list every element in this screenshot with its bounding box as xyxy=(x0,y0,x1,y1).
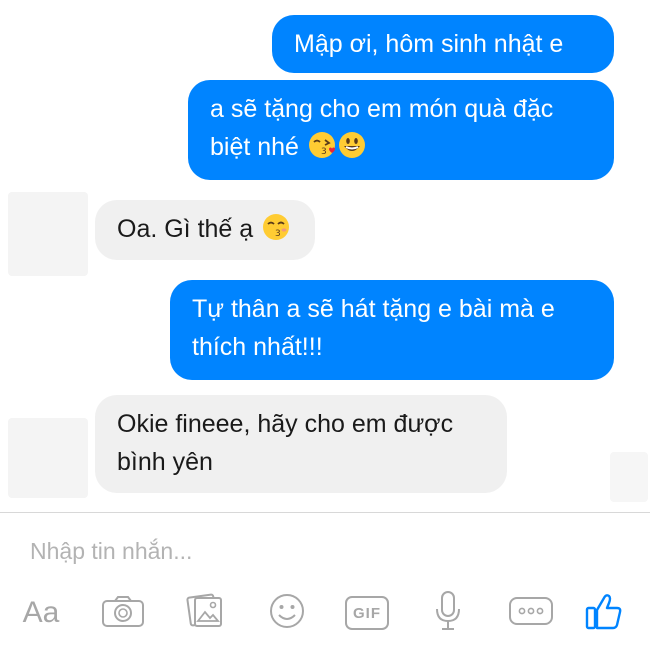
like-thumbs-up-icon xyxy=(584,591,624,636)
message-text: Mập ơi, hôm sinh nhật e xyxy=(294,30,564,58)
message-text: Okie fineee, hãy cho em được xyxy=(117,410,454,438)
read-receipt xyxy=(610,452,648,502)
message-input[interactable] xyxy=(28,530,592,572)
camera-icon xyxy=(101,594,145,633)
like-button[interactable] xyxy=(578,588,630,638)
more-button[interactable] xyxy=(504,588,558,638)
message-text: biệt nhé xyxy=(210,133,299,161)
avatar[interactable] xyxy=(8,418,88,498)
microphone-icon xyxy=(433,590,463,637)
grinning-emoji xyxy=(338,131,366,170)
incoming-message[interactable]: Oa. Gì thế ạ 3 xyxy=(95,200,315,260)
svg-text:3: 3 xyxy=(321,147,327,157)
gallery-icon xyxy=(186,592,224,635)
sticker-smiley-icon xyxy=(268,592,306,635)
message-text: Oa. Gì thế ạ xyxy=(117,215,254,243)
composer-divider xyxy=(0,512,650,513)
kissing-heart-emoji: 3 xyxy=(308,131,336,170)
gif-button[interactable]: GIF xyxy=(340,588,394,638)
outgoing-message[interactable]: a sẽ tặng cho em món quà đặc biệt nhé 3 xyxy=(188,80,614,180)
incoming-message[interactable]: Okie fineee, hãy cho em được bình yên xyxy=(95,395,507,493)
more-icon xyxy=(508,595,554,632)
avatar[interactable] xyxy=(8,192,88,276)
svg-text:3: 3 xyxy=(275,229,281,239)
sticker-button[interactable] xyxy=(262,588,312,638)
camera-button[interactable] xyxy=(96,588,150,638)
kissing-closed-eyes-emoji: 3 xyxy=(262,213,290,252)
message-thread: Mập ơi, hôm sinh nhật e a sẽ tặng cho em… xyxy=(0,0,650,512)
gallery-button[interactable] xyxy=(180,588,230,638)
gif-icon: GIF xyxy=(345,596,389,630)
outgoing-message[interactable]: Tự thân a sẽ hát tặng e bài mà e thích n… xyxy=(170,280,614,380)
message-text: bình yên xyxy=(117,448,213,476)
message-text: thích nhất!!! xyxy=(192,333,323,361)
voice-button[interactable] xyxy=(424,588,472,638)
message-text: a sẽ tặng cho em món quà đặc xyxy=(210,95,554,123)
aa-label: Aa xyxy=(22,596,60,629)
composer-toolbar: Aa GIF xyxy=(0,588,650,638)
text-format-button[interactable]: Aa xyxy=(14,588,68,638)
gif-label: GIF xyxy=(353,604,381,622)
message-text: Tự thân a sẽ hát tặng e bài mà e xyxy=(192,295,555,323)
outgoing-message[interactable]: Mập ơi, hôm sinh nhật e xyxy=(272,15,614,73)
